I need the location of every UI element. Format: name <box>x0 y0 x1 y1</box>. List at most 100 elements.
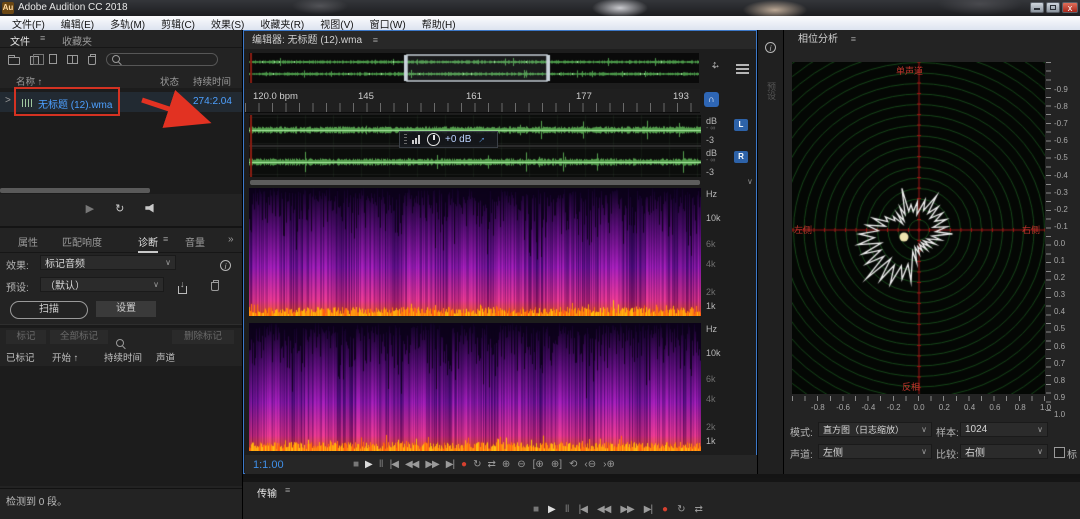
pan-tool-icon[interactable]: ↔ ↕ <box>710 59 724 73</box>
diagnostics-panel-menu-icon[interactable]: ≡ <box>163 234 168 244</box>
delete-preset-icon[interactable] <box>211 282 219 291</box>
timeline-ruler[interactable]: 120.0 bpm145161177193 <box>245 89 700 113</box>
tab-diagnostics[interactable]: 诊断 <box>138 234 158 253</box>
menu-item-5[interactable]: 收藏夹(R) <box>252 16 312 31</box>
channel-dropdown[interactable]: 左侧∨ <box>818 444 932 459</box>
column-duration[interactable]: 持续时间 <box>193 74 231 88</box>
fast-forward-button[interactable]: ▶▶ <box>620 504 633 515</box>
menu-item-1[interactable]: 编辑(E) <box>53 16 102 31</box>
info-icon[interactable]: i <box>765 42 776 53</box>
menu-item-4[interactable]: 效果(S) <box>203 16 252 31</box>
minimize-button[interactable] <box>1030 2 1044 13</box>
record-button[interactable]: ● <box>461 459 466 470</box>
preview-loop-icon[interactable]: ↻ <box>115 202 123 215</box>
zoom-out-time-button[interactable]: ⊖ <box>517 459 525 470</box>
files-panel-menu-icon[interactable]: ≡ <box>40 33 45 43</box>
maximize-button[interactable] <box>1046 2 1060 13</box>
title-bar[interactable]: Au Adobe Audition CC 2018 x <box>0 0 1080 16</box>
right-channel-button[interactable]: R <box>734 151 748 163</box>
menu-item-6[interactable]: 视图(V) <box>312 16 361 31</box>
pin-icon[interactable]: → <box>474 132 489 147</box>
info-icon[interactable]: i <box>220 260 231 271</box>
zoom-in-right-button[interactable]: ›⊕ <box>603 459 615 470</box>
menu-item-3[interactable]: 剪辑(C) <box>153 16 203 31</box>
tab-overflow-chevron[interactable]: » <box>228 234 234 245</box>
zoom-reset-button[interactable]: ⟲ <box>569 459 577 470</box>
delete-marks-button[interactable]: 删除标记 <box>172 330 234 344</box>
gain-hud[interactable]: +0 dB → <box>399 131 498 148</box>
skip-selection-button[interactable]: ⇄ <box>694 504 701 515</box>
fast-forward-button[interactable]: ▶▶ <box>425 459 438 470</box>
monitor-icon[interactable]: ∩ <box>704 92 719 107</box>
save-preset-icon[interactable] <box>178 286 187 294</box>
collapsed-preset-label[interactable]: 预设 <box>765 82 778 100</box>
left-channel-button[interactable]: L <box>734 119 748 131</box>
transport-panel-menu-icon[interactable]: ≡ <box>285 485 290 495</box>
column-status[interactable]: 状态 <box>160 74 179 88</box>
sample-dropdown[interactable]: 1024∨ <box>960 422 1048 437</box>
col-channel[interactable]: 声道 <box>156 350 175 364</box>
gain-value[interactable]: +0 dB <box>445 134 471 145</box>
pause-button[interactable]: Ⅱ <box>379 459 383 470</box>
selection-view-time[interactable]: 1:1.00 <box>253 459 353 471</box>
zoom-in-inpoint-button[interactable]: [⊕ <box>533 459 544 470</box>
menu-item-8[interactable]: 帮助(H) <box>414 16 464 31</box>
move-to-start-button[interactable]: |◀ <box>579 504 587 515</box>
rewind-button[interactable]: ◀◀ <box>597 504 610 515</box>
overview-list-icon[interactable] <box>736 64 749 74</box>
tab-match-loudness[interactable]: 匹配响度 <box>62 234 102 249</box>
gain-knob-icon[interactable] <box>427 133 440 146</box>
zoom-in-outpoint-button[interactable]: ⊕] <box>551 459 562 470</box>
mark-all-button[interactable]: 全部标记 <box>50 330 108 344</box>
results-list[interactable] <box>0 366 242 486</box>
close-button[interactable]: x <box>1062 2 1078 13</box>
loop-playback-button[interactable]: ↻ <box>677 504 684 515</box>
media-browser-icon[interactable] <box>67 55 78 64</box>
stop-button[interactable]: ■ <box>353 459 358 470</box>
move-to-end-button[interactable]: ▶| <box>644 504 652 515</box>
rewind-button[interactable]: ◀◀ <box>405 459 418 470</box>
mark-button[interactable]: 标记 <box>6 330 46 344</box>
import-media-icon[interactable] <box>30 56 39 65</box>
tab-favorites[interactable]: 收藏夹 <box>62 33 92 48</box>
search-field[interactable] <box>106 53 218 66</box>
auto-play-speaker-icon[interactable] <box>145 204 156 213</box>
open-file-icon[interactable] <box>8 57 20 65</box>
col-start[interactable]: 开始 ↑ <box>52 350 78 364</box>
phase-panel-header[interactable]: 相位分析 ≡ <box>784 30 1080 48</box>
loop-playback-button[interactable]: ↻ <box>473 459 480 470</box>
spectrogram-right-canvas[interactable] <box>249 323 701 451</box>
zoom-in-time-button[interactable]: ⊕ <box>502 459 510 470</box>
editor-header[interactable]: 编辑器: 无标题 (12).wma ≡ <box>244 31 756 49</box>
preview-play-icon[interactable]: ▶ <box>86 202 93 215</box>
new-file-icon[interactable] <box>49 54 57 64</box>
menu-item-7[interactable]: 窗口(W) <box>362 16 414 31</box>
settings-button[interactable]: 设置 <box>96 301 156 317</box>
scale-caret-icon[interactable]: ∨ <box>747 177 753 186</box>
search-markers-icon[interactable] <box>116 339 124 347</box>
spectrogram-left-canvas[interactable] <box>249 188 701 316</box>
menu-item-0[interactable]: 文件(F) <box>4 16 53 31</box>
tab-volume[interactable]: 音量 <box>185 234 205 249</box>
column-name[interactable]: 名称 ↑ <box>16 74 42 88</box>
panel-splitter[interactable] <box>0 324 242 328</box>
trash-icon[interactable] <box>88 56 96 65</box>
overview-waveform-canvas[interactable] <box>249 53 699 83</box>
hud-grip-icon[interactable] <box>404 134 407 145</box>
preset-dropdown[interactable]: （默认）∨ <box>40 277 164 292</box>
compare-dropdown[interactable]: 右侧∨ <box>960 444 1048 459</box>
play-button[interactable]: ▶ <box>548 504 555 515</box>
col-marked[interactable]: 已标记 <box>6 350 35 364</box>
normalize-checkbox[interactable] <box>1054 447 1065 458</box>
tab-files[interactable]: 文件 <box>10 33 30 48</box>
zoom-out-left-button[interactable]: ‹⊖ <box>584 459 596 470</box>
horizontal-scrollbar[interactable] <box>0 188 150 193</box>
stop-button[interactable]: ■ <box>533 504 538 515</box>
tab-properties[interactable]: 属性 <box>18 234 38 249</box>
editor-scrollbar[interactable] <box>250 180 700 185</box>
editor-panel-menu-icon[interactable]: ≡ <box>373 35 378 45</box>
mode-dropdown[interactable]: 直方图（日志缩放）∨ <box>818 422 932 437</box>
transport-panel-title[interactable]: 传输 <box>257 485 277 500</box>
col-duration[interactable]: 持续时间 <box>104 350 142 364</box>
menu-item-2[interactable]: 多轨(M) <box>102 16 153 31</box>
